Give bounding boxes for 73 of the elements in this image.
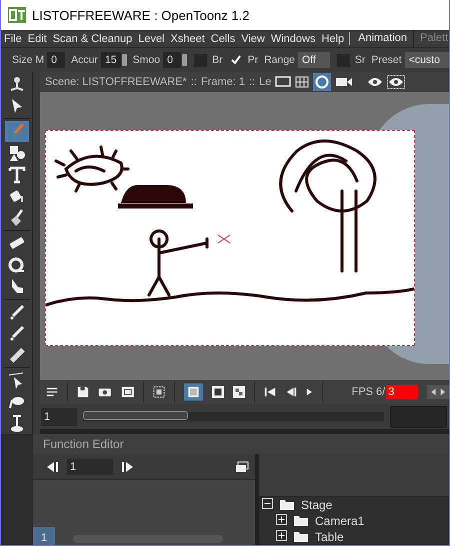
frame-slider[interactable] (83, 412, 384, 422)
checker-icon[interactable] (232, 385, 245, 400)
option-field[interactable]: 0 (163, 52, 182, 68)
option-dropdown[interactable]: Off (298, 52, 330, 68)
option-label: Size M (12, 54, 44, 66)
menu-item[interactable]: Xsheet (168, 32, 208, 44)
app-logo-icon (8, 7, 26, 23)
option-dropdown[interactable]: <custo (404, 52, 449, 68)
tree-toggle-icon[interactable] (276, 530, 287, 544)
checkbox-label: Sr (354, 54, 366, 66)
tape-icon (6, 254, 26, 275)
tree-toggle-icon[interactable] (262, 498, 273, 512)
checkbox-label: Br (212, 54, 223, 66)
save-icon[interactable] (76, 385, 89, 400)
checkbox-label: Pr (248, 54, 258, 66)
option-label: Accur (71, 54, 98, 66)
camera-icon[interactable] (98, 386, 112, 398)
previous-frame-icon[interactable] (284, 386, 297, 398)
menu-item[interactable]: Edit (24, 32, 50, 44)
menu-item[interactable]: Level (135, 32, 168, 44)
panel-title: Function Editor (33, 434, 449, 454)
menu-item[interactable]: View (238, 32, 268, 44)
stepper-arrows-icon[interactable] (426, 384, 449, 400)
compare-icon[interactable] (120, 385, 134, 400)
viewer-info-text: :: (190, 76, 197, 88)
menu-item[interactable]: Windows (268, 32, 318, 44)
first-frame-icon[interactable] (264, 386, 276, 398)
tree-toggle-icon[interactable] (276, 514, 287, 528)
eye-icon[interactable] (367, 76, 384, 88)
slider-thumb[interactable] (83, 411, 188, 420)
menu-item[interactable]: Help (318, 32, 348, 44)
tree-item[interactable]: Table (315, 530, 344, 544)
frame-field[interactable]: 1 (67, 458, 113, 474)
window-toggle-icon[interactable] (235, 460, 249, 472)
menu-icon[interactable] (46, 386, 58, 398)
option-label: Preset (371, 54, 402, 66)
grid-icon[interactable] (295, 76, 310, 88)
filled-square-icon[interactable] (212, 385, 224, 400)
monitor-icon[interactable] (275, 76, 292, 88)
viewer-info-text: Le (259, 76, 272, 88)
text-icon (6, 164, 26, 185)
eye-icon[interactable] (387, 74, 406, 89)
menu-item[interactable]: Scan & Cleanup (50, 32, 136, 44)
fps-field[interactable]: 3 (386, 385, 418, 400)
tree-item[interactable]: Camera1 (315, 514, 364, 528)
folder-icon (293, 531, 309, 543)
next-key-icon[interactable] (121, 460, 135, 472)
play-icon[interactable] (306, 387, 313, 398)
viewer-info-text: Frame: 1 (200, 76, 245, 88)
framed-square-icon[interactable] (184, 382, 203, 402)
menu-item[interactable]: File (1, 32, 25, 44)
checkerboard-icon[interactable] (153, 385, 166, 400)
camera-icon[interactable] (335, 76, 354, 88)
checkbox[interactable] (230, 54, 243, 66)
tree-item[interactable]: Stage (301, 498, 332, 512)
menu-item[interactable]: Cells (208, 32, 238, 44)
slider-handle[interactable] (122, 54, 127, 66)
viewer-info-text: Scene: LISTOFFREEWARE* (45, 76, 187, 88)
room-separator-icon (349, 32, 350, 45)
previous-key-icon[interactable] (45, 460, 59, 472)
folder-icon (279, 499, 295, 511)
row-number: 1 (33, 527, 55, 545)
option-label: Smoo (132, 54, 160, 66)
viewer-info-text: :: (248, 76, 256, 88)
option-field[interactable]: 0 (47, 52, 66, 68)
option-field[interactable]: 15 (100, 52, 121, 68)
frame-field[interactable]: 1 (41, 408, 77, 426)
option-label: Range (264, 54, 296, 66)
fps-label: FPS 6/ (352, 386, 386, 398)
slider-handle[interactable] (182, 54, 188, 66)
circle-toggle-icon[interactable] (313, 72, 332, 91)
folder-icon (293, 515, 309, 527)
window-title: LISTOFFREEWARE : OpenToonz 1.2 (32, 8, 250, 22)
